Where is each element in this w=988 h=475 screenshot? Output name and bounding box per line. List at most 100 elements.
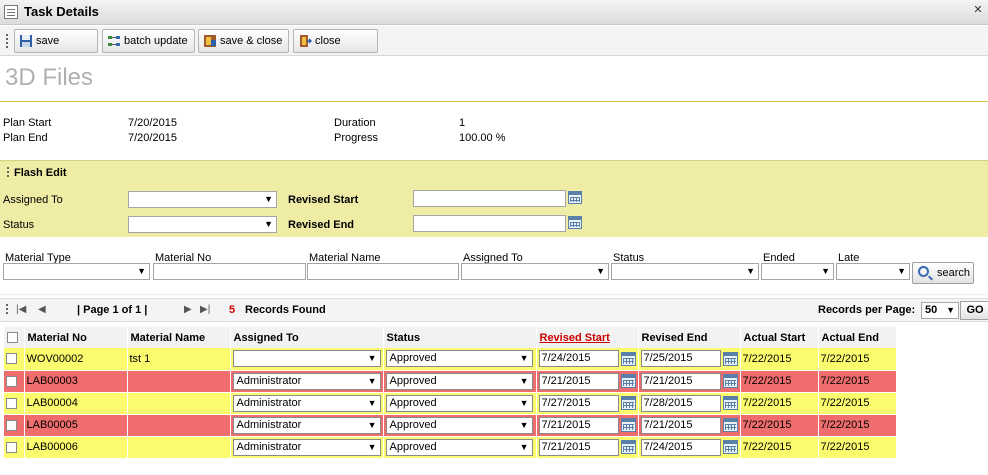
save-close-button[interactable]: save & close	[198, 29, 289, 53]
row-select-cell[interactable]	[4, 348, 25, 371]
row-status-value: Approved	[389, 440, 437, 453]
filter-material-no-input[interactable]	[153, 263, 306, 280]
assigned-to-cell: Administrator ▼	[230, 414, 384, 437]
row-assigned-to-select[interactable]: Administrator ▼	[232, 416, 381, 434]
chevron-down-icon: ▼	[897, 266, 906, 276]
row-assigned-to-select[interactable]: Administrator ▼	[232, 438, 381, 456]
flash-assigned-to-select[interactable]: ▼	[128, 191, 277, 208]
row-select-cell[interactable]	[4, 392, 25, 415]
revised-start-cell: 7/24/2015	[536, 348, 639, 371]
row-select-cell[interactable]	[4, 414, 25, 437]
flash-revised-start-input[interactable]	[413, 190, 566, 207]
col-assigned-to[interactable]: Assigned To	[230, 327, 384, 348]
table-row[interactable]: LAB00005 Administrator ▼ Approved ▼ 7/21/2015…	[4, 414, 897, 437]
calendar-icon[interactable]	[722, 440, 738, 454]
row-revised-end-input[interactable]: 7/24/2015	[640, 438, 721, 456]
calendar-icon[interactable]	[620, 374, 636, 388]
filter-material-type-select[interactable]: ▼	[3, 263, 150, 280]
col-revised-end[interactable]: Revised End	[638, 327, 741, 348]
material-name-cell	[127, 392, 231, 415]
row-status-select[interactable]: Approved ▼	[385, 416, 533, 434]
flash-edit-header: Flash Edit	[14, 167, 67, 179]
table-row[interactable]: LAB00006 Administrator ▼ Approved ▼ 7/21/2015…	[4, 436, 897, 459]
revised-start-cell: 7/21/2015	[536, 370, 639, 393]
progress-value: 100.00 %	[459, 132, 506, 144]
revised-start-cell: 7/27/2015	[536, 392, 639, 415]
calendar-icon[interactable]	[722, 396, 738, 410]
row-revised-end-input[interactable]: 7/25/2015	[640, 350, 721, 368]
toolbar-grip[interactable]	[6, 34, 9, 50]
row-revised-start-input[interactable]: 7/21/2015	[538, 416, 619, 434]
row-revised-end-input[interactable]: 7/21/2015	[640, 372, 721, 390]
chevron-down-icon: ▼	[264, 194, 273, 204]
calendar-icon[interactable]	[722, 418, 738, 432]
row-revised-end-input[interactable]: 7/28/2015	[640, 394, 721, 412]
flash-revised-end-input[interactable]	[413, 215, 566, 232]
row-revised-start-input[interactable]: 7/27/2015	[538, 394, 619, 412]
col-revised-start[interactable]: Revised Start	[536, 327, 639, 348]
records-per-page-select[interactable]: 50 ▼	[921, 302, 959, 319]
row-assigned-to-select[interactable]: Administrator ▼	[232, 372, 381, 390]
row-assigned-to-select[interactable]: Administrator ▼	[232, 394, 381, 412]
table-row[interactable]: LAB00003 Administrator ▼ Approved ▼ 7/21/2015…	[4, 370, 897, 393]
close-window-icon[interactable]: ✕	[972, 4, 984, 16]
row-select-cell[interactable]	[4, 436, 25, 459]
calendar-icon[interactable]	[620, 440, 636, 454]
row-revised-end-input[interactable]: 7/21/2015	[640, 416, 721, 434]
calendar-icon[interactable]	[620, 418, 636, 432]
close-door-icon	[300, 35, 312, 47]
table-row[interactable]: WOV00002 tst 1 ▼ Approved ▼ 7/24/2015 7/25/201…	[4, 348, 897, 371]
row-checkbox[interactable]	[6, 441, 17, 453]
calendar-icon[interactable]	[620, 351, 636, 366]
duration-value: 1	[459, 117, 466, 129]
filter-material-name-input[interactable]	[307, 263, 459, 280]
row-status-select[interactable]: Approved ▼	[385, 438, 533, 456]
next-page-icon[interactable]: ▶	[184, 304, 192, 315]
row-revised-start-input[interactable]: 7/24/2015	[538, 350, 619, 368]
calendar-icon[interactable]	[568, 216, 582, 229]
filter-ended-select[interactable]: ▼	[761, 263, 834, 280]
batch-update-button[interactable]: batch update	[102, 29, 195, 53]
row-checkbox[interactable]	[6, 419, 17, 431]
status-cell: Approved ▼	[383, 414, 537, 437]
filter-status-select[interactable]: ▼	[611, 263, 759, 280]
chevron-down-icon: ▼	[746, 266, 755, 276]
select-all-header[interactable]	[4, 327, 25, 348]
filter-assigned-to-select[interactable]: ▼	[461, 263, 609, 280]
calendar-icon[interactable]	[722, 374, 738, 388]
actual-end-cell: 7/22/2015	[818, 392, 897, 415]
row-status-value: Approved	[389, 418, 437, 431]
search-button[interactable]: search	[912, 262, 974, 284]
calendar-icon[interactable]	[620, 396, 636, 410]
row-assigned-to-value: Administrator	[236, 374, 302, 387]
row-select-cell[interactable]	[4, 370, 25, 393]
material-no-cell: LAB00005	[24, 414, 128, 437]
row-assigned-to-select[interactable]: ▼	[232, 350, 381, 368]
col-material-name[interactable]: Material Name	[127, 327, 231, 348]
col-material-no[interactable]: Material No	[24, 327, 128, 348]
flash-status-select[interactable]: ▼	[128, 216, 277, 233]
col-actual-end[interactable]: Actual End	[818, 327, 897, 348]
row-status-select[interactable]: Approved ▼	[385, 372, 533, 390]
save-button[interactable]: save	[14, 29, 98, 53]
table-row[interactable]: LAB00004 Administrator ▼ Approved ▼ 7/27/2015…	[4, 392, 897, 415]
row-revised-start-input[interactable]: 7/21/2015	[538, 372, 619, 390]
col-status[interactable]: Status	[383, 327, 537, 348]
row-checkbox[interactable]	[6, 353, 17, 365]
go-button[interactable]: GO	[960, 301, 988, 320]
calendar-icon[interactable]	[568, 191, 582, 204]
select-all-checkbox[interactable]	[7, 332, 18, 344]
close-button[interactable]: close	[293, 29, 378, 53]
row-status-select[interactable]: Approved ▼	[385, 350, 533, 368]
col-actual-start[interactable]: Actual Start	[740, 327, 819, 348]
last-page-icon[interactable]: ▶|	[200, 304, 210, 315]
prev-page-icon[interactable]: ◀	[38, 304, 46, 315]
row-status-select[interactable]: Approved ▼	[385, 394, 533, 412]
row-checkbox[interactable]	[6, 397, 17, 409]
filter-late-select[interactable]: ▼	[836, 263, 910, 280]
first-page-icon[interactable]: |◀	[16, 304, 26, 315]
calendar-icon[interactable]	[722, 351, 738, 366]
row-checkbox[interactable]	[6, 375, 17, 387]
actual-start-cell: 7/22/2015	[740, 370, 819, 393]
row-revised-start-input[interactable]: 7/21/2015	[538, 438, 619, 456]
